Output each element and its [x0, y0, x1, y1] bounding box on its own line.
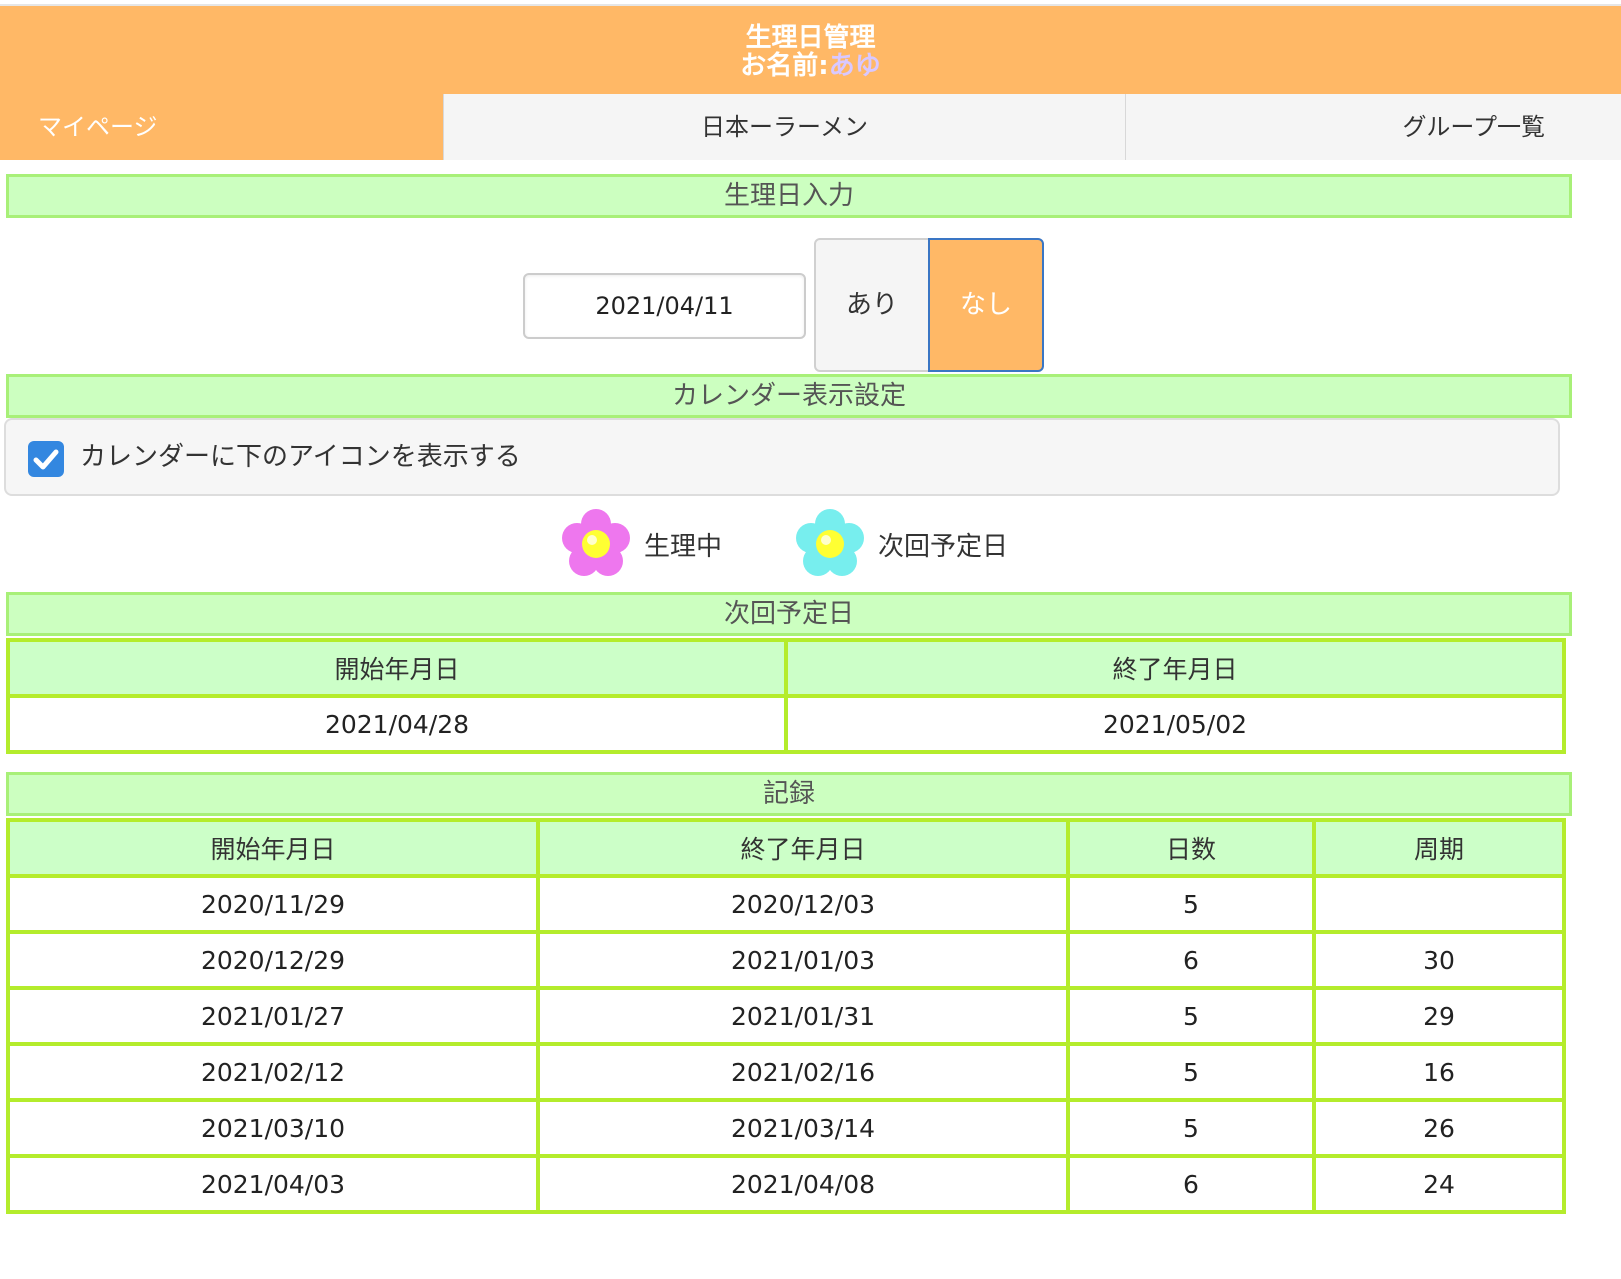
- record-end-cell: 2021/03/14: [536, 1098, 1070, 1158]
- record-days-cell: 6: [1066, 930, 1316, 990]
- flower-cyan-icon: [796, 509, 864, 576]
- record-days-cell: 6: [1066, 1154, 1316, 1214]
- section-header-calendar: カレンダー表示設定: [6, 374, 1572, 418]
- calendar-icon-checkbox[interactable]: [28, 441, 64, 477]
- nav-item-mypage[interactable]: マイページ: [0, 94, 443, 160]
- record-days-cell: 5: [1066, 1042, 1316, 1102]
- flower-pink-icon: [562, 509, 630, 576]
- record-days-header: 日数: [1066, 818, 1316, 878]
- record-start-cell: 2021/02/12: [6, 1042, 540, 1102]
- record-end-cell: 2021/01/03: [536, 930, 1070, 990]
- nav-item-groups[interactable]: グループ一覧: [1125, 94, 1621, 160]
- record-table: 開始年月日 終了年月日 日数 周期 2020/11/29 2020/12/03 …: [6, 818, 1566, 1214]
- table-row: 2021/04/03 2021/04/08 6 24: [6, 1154, 1566, 1214]
- table-row: 2021/03/10 2021/03/14 5 26: [6, 1098, 1566, 1158]
- user-name: あゆ: [828, 51, 881, 81]
- legend-period-label: 生理中: [644, 531, 723, 562]
- legend-period: 生理中: [560, 508, 722, 580]
- check-icon: [33, 449, 59, 470]
- record-days-cell: 5: [1066, 874, 1316, 934]
- record-end-cell: 2020/12/03: [536, 874, 1070, 934]
- record-days-cell: 5: [1066, 986, 1316, 1046]
- record-start-cell: 2021/01/27: [6, 986, 540, 1046]
- record-cycle-cell: 30: [1312, 930, 1566, 990]
- table-row: 2020/12/29 2021/01/03 6 30: [6, 930, 1566, 990]
- record-start-cell: 2020/12/29: [6, 930, 540, 990]
- record-end-cell: 2021/02/16: [536, 1042, 1070, 1102]
- table-row: 2021/01/27 2021/01/31 5 29: [6, 986, 1566, 1046]
- record-start-cell: 2020/11/29: [6, 874, 540, 934]
- legend-next: 次回予定日: [794, 508, 1008, 580]
- checkbox-label: カレンダーに下のアイコンを表示する: [80, 442, 521, 472]
- date-input[interactable]: 2021/04/11: [523, 273, 806, 339]
- nav-item-ramen[interactable]: 日本ーラーメン: [443, 94, 1125, 160]
- record-end-cell: 2021/01/31: [536, 986, 1070, 1046]
- section-header-record: 記録: [6, 772, 1572, 816]
- record-cycle-cell: [1312, 874, 1566, 934]
- record-start-cell: 2021/04/03: [6, 1154, 540, 1214]
- next-start-cell: 2021/04/28: [6, 694, 788, 754]
- page-title: 生理日管理: [745, 23, 876, 53]
- next-date-table: 開始年月日 終了年月日 2021/04/28 2021/05/02: [6, 638, 1566, 754]
- record-header-row: 開始年月日 終了年月日 日数 周期: [6, 818, 1566, 878]
- record-cycle-cell: 29: [1312, 986, 1566, 1046]
- calendar-checkbox-panel[interactable]: カレンダーに下のアイコンを表示する: [4, 418, 1560, 496]
- section-header-next: 次回予定日: [6, 592, 1572, 636]
- record-cycle-cell: 26: [1312, 1098, 1566, 1158]
- next-end-cell: 2021/05/02: [784, 694, 1566, 754]
- record-cycle-header: 周期: [1312, 818, 1566, 878]
- record-end-header: 終了年月日: [536, 818, 1070, 878]
- name-prefix: お名前:: [740, 51, 829, 81]
- record-cycle-cell: 16: [1312, 1042, 1566, 1102]
- record-cycle-cell: 24: [1312, 1154, 1566, 1214]
- nav-bar: マイページ 日本ーラーメン グループ一覧: [0, 94, 1621, 160]
- option-no-button[interactable]: なし: [928, 238, 1044, 372]
- option-yes-button[interactable]: あり: [814, 238, 930, 372]
- next-start-header: 開始年月日: [6, 638, 788, 698]
- next-end-header: 終了年月日: [784, 638, 1566, 698]
- record-start-header: 開始年月日: [6, 818, 540, 878]
- table-row: 2021/02/12 2021/02/16 5 16: [6, 1042, 1566, 1102]
- record-days-cell: 5: [1066, 1098, 1316, 1158]
- legend-next-label: 次回予定日: [878, 531, 1009, 562]
- record-end-cell: 2021/04/08: [536, 1154, 1070, 1214]
- app-header: 生理日管理 お名前:あゆ: [0, 4, 1621, 94]
- table-row: 2020/11/29 2020/12/03 5: [6, 874, 1566, 934]
- section-header-input: 生理日入力: [6, 174, 1572, 218]
- user-name-line: お名前:あゆ: [0, 52, 1621, 80]
- record-start-cell: 2021/03/10: [6, 1098, 540, 1158]
